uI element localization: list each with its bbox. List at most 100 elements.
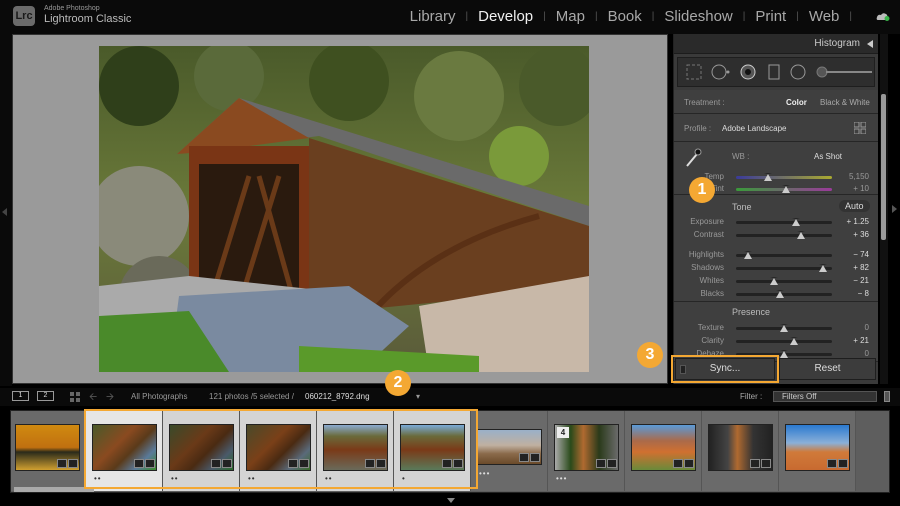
texture-slider[interactable] (736, 324, 832, 332)
photo-count: 121 photos /5 selected / (209, 392, 294, 401)
filmstrip-cell[interactable] (11, 411, 86, 491)
cropped-badge-icon[interactable] (750, 459, 760, 468)
thumbnail-horse-bw[interactable] (708, 424, 773, 471)
blacks-value[interactable]: − 8 (858, 289, 869, 298)
left-panel-collapsed[interactable] (0, 34, 12, 386)
module-book[interactable]: Book (606, 8, 644, 25)
treatment-bw[interactable]: Black & White (820, 98, 870, 107)
contrast-slider[interactable] (736, 231, 832, 239)
whites-thumb[interactable] (770, 277, 779, 285)
blacks-thumb[interactable] (776, 290, 785, 298)
tint-thumb[interactable] (781, 185, 790, 193)
forward-arrow-icon[interactable]: 🡪 (106, 390, 114, 407)
filename-menu-icon[interactable]: ▾ (416, 392, 420, 401)
highlights-thumb[interactable] (744, 251, 753, 259)
contrast-thumb[interactable] (797, 231, 806, 239)
shadows-value[interactable]: + 82 (853, 263, 869, 272)
module-print[interactable]: Print (753, 8, 788, 25)
thumbnail-autumn-trees[interactable] (15, 424, 80, 471)
develop-adjusted-badge-icon[interactable] (838, 459, 848, 468)
clarity-slider[interactable] (736, 337, 832, 345)
module-map[interactable]: Map (554, 8, 587, 25)
filmstrip-cell[interactable] (625, 411, 702, 491)
cropped-badge-icon[interactable] (596, 459, 606, 468)
develop-adjusted-badge-icon[interactable] (607, 459, 617, 468)
exposure-thumb[interactable] (792, 218, 801, 226)
source-label[interactable]: All Photographs (131, 392, 187, 401)
cropped-badge-icon[interactable] (57, 459, 67, 468)
clarity-slider-row: Clarity + 21 (674, 336, 879, 346)
filmstrip-scrollbar[interactable] (14, 487, 94, 492)
treatment-color[interactable]: Color (786, 98, 807, 107)
cloud-sync-icon[interactable] (876, 12, 890, 21)
whites-value[interactable]: − 21 (853, 276, 869, 285)
graduated-filter-icon[interactable] (768, 64, 780, 80)
filter-select[interactable]: Filters Off (773, 391, 877, 402)
filename[interactable]: 060212_8792.dng (305, 392, 370, 401)
texture-thumb[interactable] (780, 324, 788, 332)
collapse-triangle-icon[interactable] (867, 40, 873, 48)
temp-thumb[interactable] (763, 173, 772, 181)
grid-view-icon[interactable] (70, 392, 80, 402)
develop-adjusted-badge-icon[interactable] (684, 459, 694, 468)
tint-slider[interactable] (736, 185, 832, 193)
dehaze-value[interactable]: 0 (865, 349, 869, 358)
panel-scrollbar-thumb[interactable] (881, 94, 886, 240)
exposure-slider[interactable] (736, 218, 832, 226)
back-arrow-icon[interactable]: 🡨 (89, 390, 97, 407)
filmstrip-cell[interactable] (779, 411, 856, 491)
profile-browser-icon[interactable] (854, 122, 866, 134)
cropped-badge-icon[interactable] (827, 459, 837, 468)
shadows-slider[interactable] (736, 264, 832, 272)
texture-value[interactable]: 0 (865, 323, 869, 332)
shadows-thumb[interactable] (819, 264, 828, 272)
thumbnail-hoodoos[interactable] (785, 424, 850, 471)
crop-overlay-icon[interactable] (686, 64, 702, 80)
filmstrip-cell[interactable]: ••• (471, 411, 548, 491)
whites-slider[interactable] (736, 277, 832, 285)
radial-filter-icon[interactable] (790, 64, 806, 80)
module-slideshow[interactable]: Slideshow (662, 8, 734, 25)
secondary-screen-button[interactable]: 2 (37, 391, 54, 401)
highlights-slider[interactable] (736, 251, 832, 259)
develop-adjusted-badge-icon[interactable] (530, 453, 540, 462)
tint-value[interactable]: + 10 (853, 184, 869, 193)
blacks-slider[interactable] (736, 290, 832, 298)
cropped-badge-icon[interactable] (673, 459, 683, 468)
auto-tone-button[interactable]: Auto (839, 200, 870, 212)
brand-line2: Lightroom Classic (44, 13, 132, 25)
collapse-filmstrip-icon[interactable] (447, 498, 455, 503)
filmstrip-cell[interactable] (702, 411, 779, 491)
develop-adjusted-badge-icon[interactable] (761, 459, 771, 468)
temp-value[interactable]: 5,150 (849, 172, 869, 181)
stack-count-badge[interactable]: 4 (557, 427, 569, 438)
primary-screen-button[interactable]: 1 (12, 391, 29, 401)
exposure-value[interactable]: + 1.25 (847, 217, 869, 226)
thumbnail-hikers-canyon[interactable] (631, 424, 696, 471)
module-develop[interactable]: Develop (476, 8, 535, 25)
dehaze-thumb[interactable] (780, 350, 788, 358)
expand-left-icon[interactable] (2, 208, 7, 216)
wb-select[interactable]: As Shot (814, 152, 842, 161)
filter-lock-icon[interactable] (884, 391, 890, 402)
profile-select[interactable]: Adobe Landscape (722, 124, 787, 133)
cropped-badge-icon[interactable] (519, 453, 529, 462)
module-library[interactable]: Library (408, 8, 458, 25)
temp-slider[interactable] (736, 173, 832, 181)
red-eye-icon[interactable] (740, 64, 756, 80)
develop-adjusted-badge-icon[interactable] (68, 459, 78, 468)
collapse-right-icon[interactable] (892, 205, 897, 213)
reset-button[interactable]: Reset (779, 358, 876, 380)
thumbnail-horse-color[interactable]: 4 (554, 424, 619, 471)
clarity-thumb[interactable] (789, 337, 798, 345)
spot-removal-icon[interactable] (711, 64, 733, 80)
eyedropper-icon[interactable] (684, 148, 702, 168)
contrast-value[interactable]: + 36 (853, 230, 869, 239)
adjustment-brush-icon[interactable] (816, 64, 876, 80)
module-web[interactable]: Web (807, 8, 842, 25)
clarity-value[interactable]: + 21 (853, 336, 869, 345)
filmstrip-cell[interactable]: 4 ••• (548, 411, 625, 491)
thumbnail-desert-hills[interactable] (477, 429, 542, 465)
highlights-value[interactable]: − 74 (853, 250, 869, 259)
histogram-header[interactable]: Histogram (674, 34, 878, 54)
